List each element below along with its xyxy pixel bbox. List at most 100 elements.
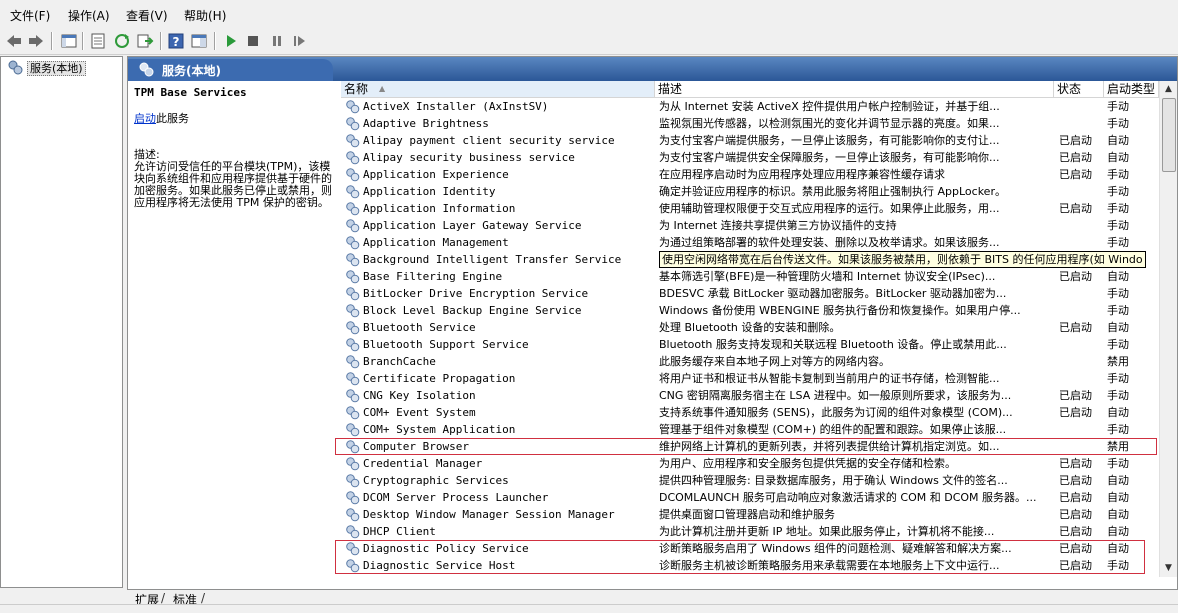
table-row[interactable]: Application Information 使用辅助管理权限便于交互式应用程序… xyxy=(341,200,1159,217)
stop-icon[interactable] xyxy=(244,32,262,50)
table-row[interactable]: Computer Browser 维护网络上计算机的更新列表，并将列表提供给计算机… xyxy=(341,438,1159,455)
service-startup-type-cell: 自动 xyxy=(1107,491,1129,504)
service-status-cell: 已启动 xyxy=(1059,321,1092,334)
table-row[interactable]: DHCP Client 为此计算机注册并更新 IP 地址。如果此服务停止，计算机将… xyxy=(341,523,1159,540)
table-row[interactable]: Cryptographic Services 提供四种管理服务: 目录数据库服务，… xyxy=(341,472,1159,489)
console-tree-icon[interactable] xyxy=(60,32,78,50)
service-startup-type-cell: 手动 xyxy=(1107,219,1129,232)
table-row[interactable]: Desktop Window Manager Session Manager 提供… xyxy=(341,506,1159,523)
table-row[interactable]: Certificate Propagation 将用户证书和根证书从智能卡复制到当… xyxy=(341,370,1159,387)
table-row[interactable]: Application Experience 在应用程序启动时为应用程序处理应用程… xyxy=(341,166,1159,183)
table-row[interactable]: Adaptive Brightness 监视氛围光传感器，以检测氛围光的变化并调节… xyxy=(341,115,1159,132)
help-icon[interactable]: ? xyxy=(167,32,185,50)
table-row[interactable]: Bluetooth Service 处理 Bluetooth 设备的安装和删除。 已… xyxy=(341,319,1159,336)
scroll-up-icon[interactable]: ▲ xyxy=(1160,81,1177,98)
column-header-status[interactable]: 状态 xyxy=(1054,81,1104,97)
refresh-icon[interactable] xyxy=(113,32,131,50)
properties-icon[interactable] xyxy=(89,32,107,50)
service-name: Diagnostic Policy Service xyxy=(363,542,529,555)
menu-view[interactable]: 查看(V) xyxy=(126,7,168,24)
service-startup-type-cell: 自动 xyxy=(1107,525,1129,538)
scrollbar-thumb[interactable] xyxy=(1162,98,1176,172)
service-startup-type-cell: 手动 xyxy=(1107,236,1129,249)
table-row[interactable]: COM+ System Application 管理基于组件对象模型 (COM+)… xyxy=(341,421,1159,438)
table-row[interactable]: Diagnostic Policy Service 诊断策略服务启用了 Windo… xyxy=(341,540,1159,557)
service-description-cell: 处理 Bluetooth 设备的安装和删除。 xyxy=(659,321,841,334)
service-description-cell: 提供桌面窗口管理器启动和维护服务 xyxy=(659,508,835,521)
table-row[interactable]: BranchCache 此服务缓存来自本地子网上对等方的网络内容。 禁用 xyxy=(341,353,1159,370)
sort-ascending-icon: ▲ xyxy=(379,84,386,93)
service-name: Application Management xyxy=(363,236,509,249)
start-service-link[interactable]: 启动 xyxy=(134,112,156,125)
service-status-cell: 已启动 xyxy=(1059,491,1092,504)
column-header-label: 描述 xyxy=(658,82,683,96)
pause-icon[interactable] xyxy=(268,32,286,50)
column-header-label: 启动类型 xyxy=(1107,82,1156,96)
table-row[interactable]: COM+ Event System 支持系统事件通知服务 (SENS)，此服务为订… xyxy=(341,404,1159,421)
table-row[interactable]: Alipay payment client security service 为支… xyxy=(341,132,1159,149)
service-gear-icon xyxy=(345,133,360,149)
service-name: Alipay payment client security service xyxy=(363,134,615,147)
service-name: Alipay security business service xyxy=(363,151,575,164)
toolbar: ? xyxy=(0,28,1178,55)
column-header-description[interactable]: 描述 xyxy=(655,81,1054,97)
table-row[interactable]: Application Layer Gateway Service 为 Inter… xyxy=(341,217,1159,234)
service-status-cell: 已启动 xyxy=(1059,525,1092,538)
start-icon[interactable] xyxy=(222,32,240,50)
service-status-cell: 已启动 xyxy=(1059,542,1092,555)
service-status-cell: 已启动 xyxy=(1059,134,1092,147)
column-header-name[interactable]: 名称 ▲ xyxy=(341,81,655,97)
show-pane-icon[interactable] xyxy=(190,32,208,50)
service-name: Credential Manager xyxy=(363,457,483,470)
service-gear-icon xyxy=(345,303,360,319)
export-icon[interactable] xyxy=(136,32,154,50)
table-row[interactable]: Application Management 为通过组策略部署的软件处理安装、删除… xyxy=(341,234,1159,251)
vertical-scrollbar[interactable]: ▲ ▼ xyxy=(1159,81,1177,577)
menu-file[interactable]: 文件(F) xyxy=(10,7,50,24)
back-icon[interactable] xyxy=(5,32,23,50)
selected-service-name: TPM Base Services xyxy=(134,86,247,99)
service-name: BitLocker Drive Encryption Service xyxy=(363,287,589,300)
gear-icon xyxy=(138,61,154,80)
table-row[interactable]: Credential Manager 为用户、应用程序和安全服务包提供凭据的安全存… xyxy=(341,455,1159,472)
table-row[interactable]: BitLocker Drive Encryption Service BDESVC… xyxy=(341,285,1159,302)
service-gear-icon xyxy=(345,558,360,574)
service-startup-type-cell: 自动 xyxy=(1107,508,1129,521)
service-status-cell: 已启动 xyxy=(1059,474,1092,487)
table-row[interactable]: Bluetooth Support Service Bluetooth 服务支持发… xyxy=(341,336,1159,353)
service-detail: TPM Base Services 启动此服务 描述: 允许访问受信任的平台模块… xyxy=(132,83,338,583)
service-status-cell: 已启动 xyxy=(1059,168,1092,181)
tree-item-services-local[interactable]: 服务(本地) xyxy=(7,60,86,76)
table-row[interactable]: Alipay security business service 为支付宝客户端提… xyxy=(341,149,1159,166)
table-row[interactable]: ActiveX Installer (AxInstSV) 为从 Internet … xyxy=(341,98,1159,115)
service-description-cell: 将用户证书和根证书从智能卡复制到当前用户的证书存储，检测智能... xyxy=(659,372,1000,385)
restart-icon[interactable] xyxy=(290,32,308,50)
service-name-cell: Adaptive Brightness xyxy=(345,115,655,132)
table-row[interactable]: Base Filtering Engine 基本筛选引擎(BFE)是一种管理防火墙… xyxy=(341,268,1159,285)
column-header-startup-type[interactable]: 启动类型 xyxy=(1104,81,1159,97)
pane-title: 服务(本地) xyxy=(162,64,221,78)
service-status-cell xyxy=(1059,370,1105,387)
menu-help[interactable]: 帮助(H) xyxy=(184,7,226,24)
service-description-cell: 管理基于组件对象模型 (COM+) 的组件的配置和跟踪。如果停止该服... xyxy=(659,423,1007,436)
service-gear-icon xyxy=(345,439,360,455)
service-name-cell: Block Level Backup Engine Service xyxy=(345,302,655,319)
service-name: COM+ Event System xyxy=(363,406,476,419)
scroll-down-icon[interactable]: ▼ xyxy=(1160,560,1177,577)
service-description-cell: 为支付宝客户端提供服务，一旦停止该服务，有可能影响你的支付让... xyxy=(659,134,1000,147)
menu-action[interactable]: 操作(A) xyxy=(68,7,110,24)
table-row[interactable]: Block Level Backup Engine Service Windows… xyxy=(341,302,1159,319)
service-name-cell: Computer Browser xyxy=(345,438,655,455)
service-startup-type-cell: 自动 xyxy=(1107,321,1129,334)
table-row[interactable]: Application Identity 确定并验证应用程序的标识。禁用此服务将阻… xyxy=(341,183,1159,200)
table-row[interactable]: CNG Key Isolation CNG 密钥隔离服务宿主在 LSA 进程中。如… xyxy=(341,387,1159,404)
table-row[interactable]: Diagnostic Service Host 诊断服务主机被诊断策略服务用来承载… xyxy=(341,557,1159,574)
service-name-cell: DCOM Server Process Launcher xyxy=(345,489,655,506)
service-name: DCOM Server Process Launcher xyxy=(363,491,549,504)
service-name: Cryptographic Services xyxy=(363,474,509,487)
table-row[interactable]: Background Intelligent Transfer Service 使… xyxy=(341,251,1159,268)
service-name: COM+ System Application xyxy=(363,423,516,436)
service-startup-type-cell: 手动 xyxy=(1107,389,1129,402)
forward-icon[interactable] xyxy=(27,32,45,50)
table-row[interactable]: DCOM Server Process Launcher DCOMLAUNCH 服… xyxy=(341,489,1159,506)
